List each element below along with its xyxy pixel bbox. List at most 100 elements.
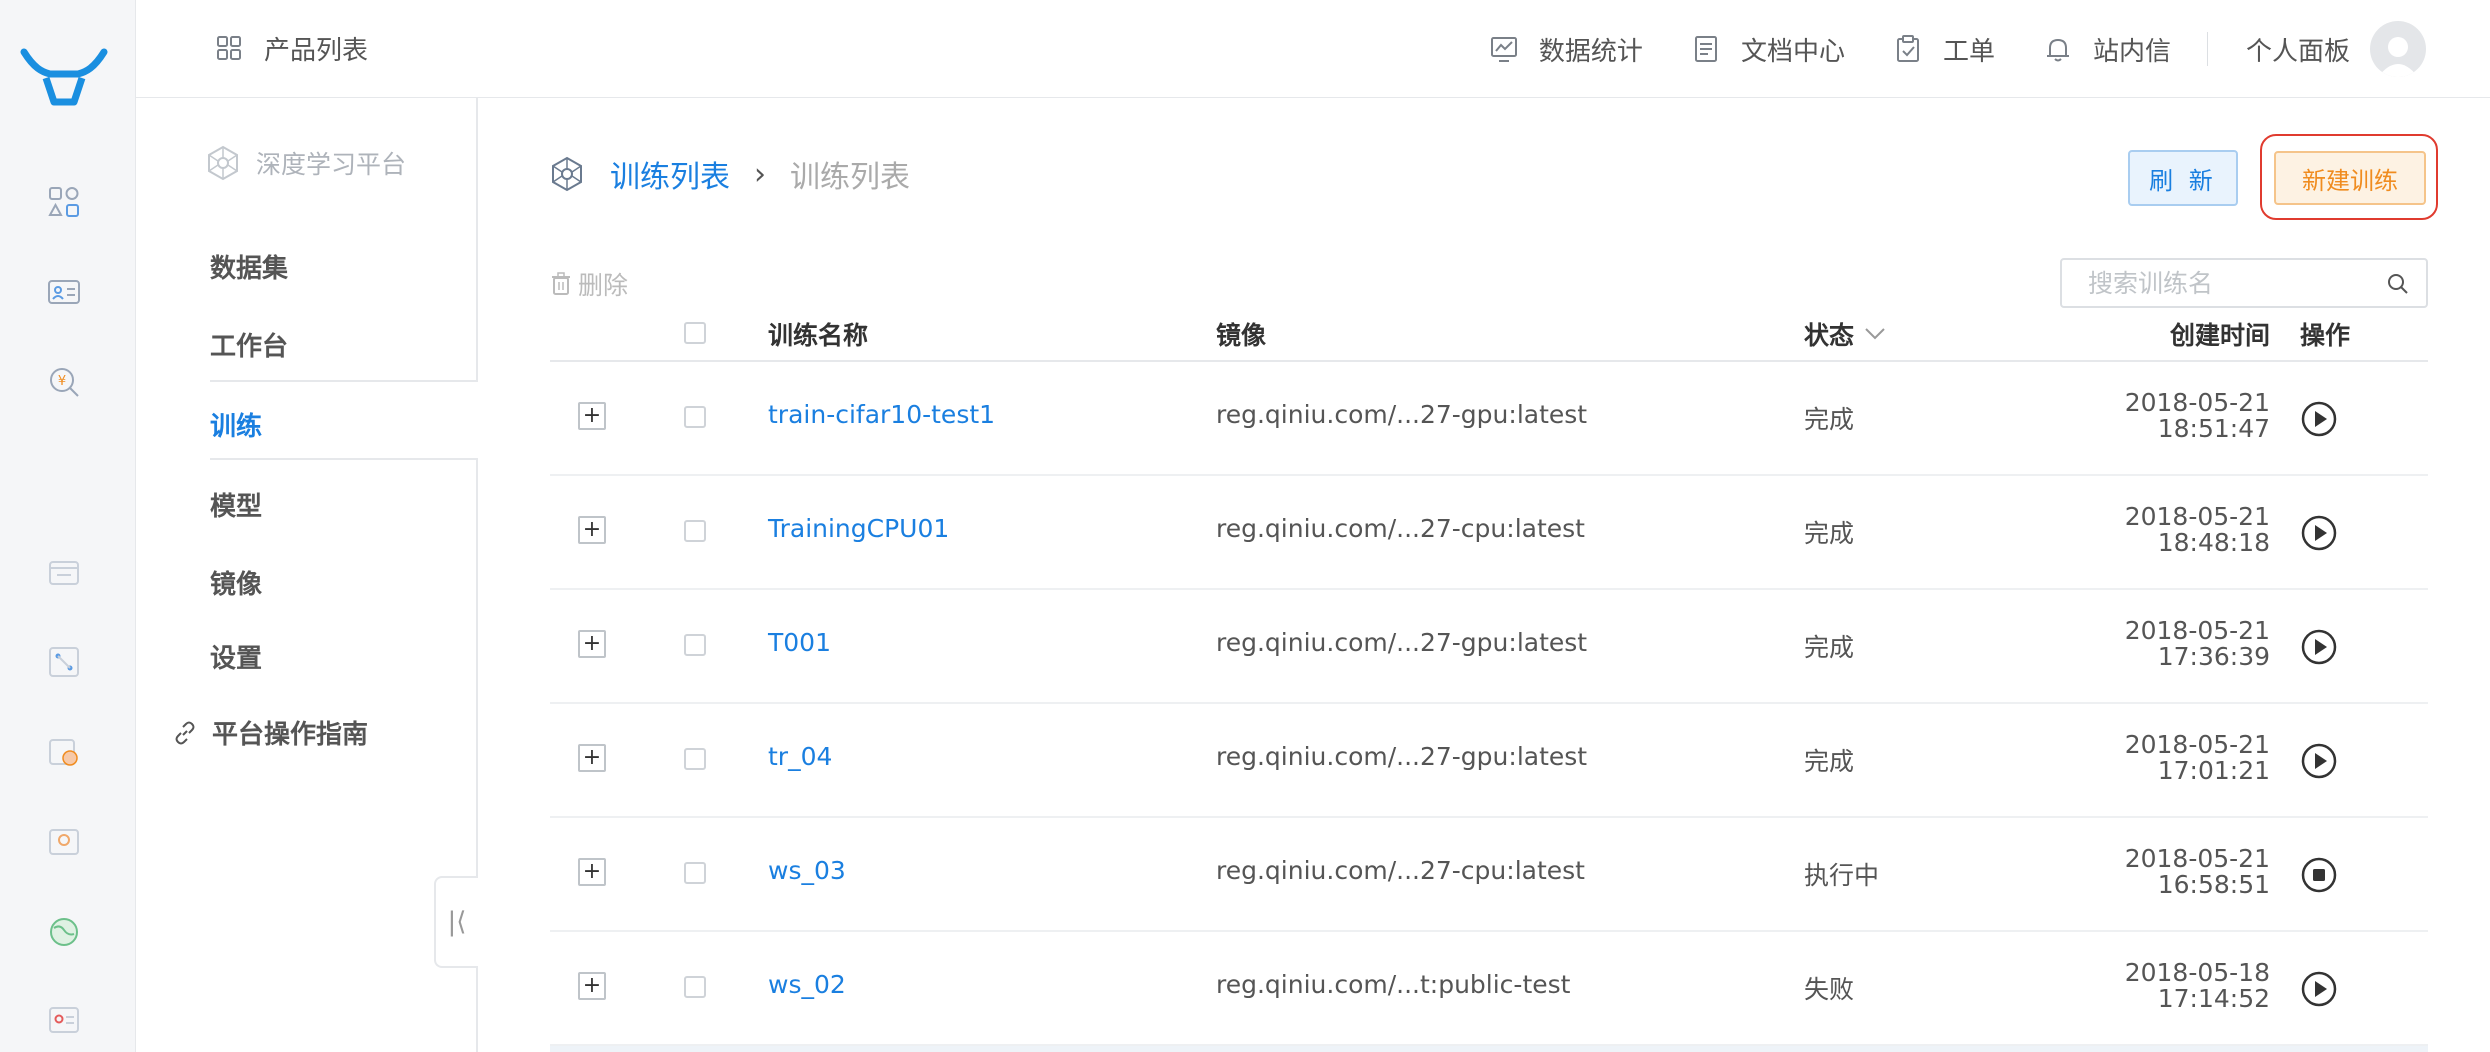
row-checkbox[interactable] (684, 862, 706, 884)
sidebar-item-guide[interactable]: 平台操作指南 (172, 714, 368, 751)
sidebar-item-training[interactable]: 训练 (210, 406, 262, 443)
image-cell: reg.qiniu.com/...27-cpu:latest (1216, 514, 1585, 543)
chevron-right-icon: › (754, 156, 766, 192)
created-date: 2018-05-21 (2124, 388, 2270, 417)
network-icon (552, 156, 582, 192)
breadcrumb-link[interactable]: 训练列表 (610, 152, 730, 196)
expand-row-button[interactable]: + (578, 402, 606, 430)
profile-label: 个人面板 (2245, 36, 2350, 67)
profile-menu[interactable]: 个人面板 (2246, 21, 2426, 77)
play-icon[interactable] (2300, 400, 2338, 438)
row-checkbox[interactable] (684, 634, 706, 656)
row-checkbox[interactable] (684, 748, 706, 770)
nav-messages[interactable]: 站内信 (2043, 31, 2171, 68)
training-name-link[interactable]: T001 (768, 628, 831, 657)
top-bar: 产品列表 数据统计 文档中心 工单 站内信 个人面板 (136, 0, 2490, 98)
play-icon[interactable] (2300, 742, 2338, 780)
sidebar-item-images[interactable]: 镜像 (210, 564, 262, 601)
workflow-icon[interactable] (46, 644, 82, 680)
image-cell: reg.qiniu.com/...t:public-test (1216, 970, 1571, 999)
row-checkbox[interactable] (684, 976, 706, 998)
sidebar-item-datasets[interactable]: 数据集 (210, 248, 288, 285)
license-icon[interactable] (46, 1002, 82, 1038)
product-list-label: 产品列表 (264, 35, 369, 66)
platform-title: 深度学习平台 (204, 144, 406, 182)
expand-row-button[interactable]: + (578, 630, 606, 658)
nav-tickets[interactable]: 工单 (1893, 31, 1995, 68)
expand-row-button[interactable]: + (578, 516, 606, 544)
logo-icon[interactable] (20, 46, 108, 108)
created-time-cell: 2018-05-21 17:36:39 (2125, 618, 2270, 670)
new-training-highlight: 新建训练 (2260, 134, 2438, 220)
training-name-link[interactable]: ws_03 (768, 856, 846, 885)
clipboard-icon (1896, 35, 1919, 62)
training-name-link[interactable]: tr_04 (768, 742, 832, 771)
training-name-link[interactable]: ws_02 (768, 970, 846, 999)
document-icon (1694, 36, 1717, 62)
nav-statistics-label: 数据统计 (1538, 36, 1643, 67)
stop-icon[interactable] (2300, 856, 2338, 894)
table-row: + tr_04 reg.qiniu.com/...27-gpu:latest 完成 20… (550, 704, 2428, 818)
image-cell: reg.qiniu.com/...27-gpu:latest (1216, 742, 1588, 771)
delete-label: 删除 (578, 271, 629, 300)
apps-icon[interactable] (46, 184, 82, 220)
search-box (2060, 258, 2428, 308)
row-checkbox[interactable] (684, 520, 706, 542)
column-header-status[interactable]: 状态 (1804, 316, 1886, 352)
expand-row-button[interactable]: + (578, 744, 606, 772)
top-nav: 数据统计 文档中心 工单 站内信 个人面板 (1489, 0, 2490, 98)
created-clock: 17:36:39 (2157, 642, 2270, 671)
guide-label: 平台操作指南 (212, 720, 369, 750)
new-training-button[interactable]: 新建训练 (2274, 151, 2426, 205)
breadcrumb-current: 训练列表 (790, 160, 910, 195)
image-cell: reg.qiniu.com/...27-gpu:latest (1216, 628, 1588, 657)
column-header-image: 镜像 (1216, 321, 1267, 350)
table-body: + train-cifar10-test1 reg.qiniu.com/...27-… (550, 362, 2428, 1046)
play-icon[interactable] (2300, 514, 2338, 552)
nav-statistics[interactable]: 数据统计 (1489, 31, 1643, 68)
table-footer (550, 1046, 2428, 1052)
search-icon[interactable] (2386, 272, 2410, 296)
sidebar-item-settings[interactable]: 设置 (210, 638, 262, 675)
training-name-link[interactable]: train-cifar10-test1 (768, 400, 995, 429)
product-list-menu[interactable]: 产品列表 (216, 30, 368, 66)
avatar[interactable] (2370, 21, 2426, 77)
grid-icon (217, 36, 241, 60)
bell-icon (2046, 38, 2069, 62)
certificate-icon[interactable] (46, 824, 82, 860)
billing-icon[interactable]: ¥ (46, 364, 82, 400)
select-all-checkbox[interactable] (684, 322, 706, 344)
refresh-button[interactable]: 刷 新 (2128, 150, 2238, 206)
storage-icon[interactable] (46, 554, 82, 590)
svg-text:¥: ¥ (58, 374, 66, 389)
column-header-created: 创建时间 (2169, 321, 2270, 350)
search-input[interactable] (2088, 268, 2368, 298)
nav-docs[interactable]: 文档中心 (1691, 31, 1845, 68)
collapse-sidebar-button[interactable]: |⟨ (434, 876, 478, 968)
status-cell: 完成 (1804, 633, 1855, 662)
id-card-icon[interactable] (46, 274, 82, 310)
delete-button[interactable]: 删除 (550, 266, 628, 302)
table-row: + ws_02 reg.qiniu.com/...t:public-test 失败 20… (550, 932, 2428, 1046)
created-date: 2018-05-18 (2124, 958, 2270, 987)
sidebar-item-models[interactable]: 模型 (210, 486, 262, 523)
sidebar-item-workbench[interactable]: 工作台 (210, 326, 288, 363)
created-date: 2018-05-21 (2124, 730, 2270, 759)
play-icon[interactable] (2300, 628, 2338, 666)
play-icon[interactable] (2300, 970, 2338, 1008)
created-clock: 17:01:21 (2157, 756, 2270, 785)
created-clock: 18:48:18 (2157, 528, 2270, 557)
table-row: + T001 reg.qiniu.com/...27-gpu:latest 完成 201… (550, 590, 2428, 704)
column-header-name: 训练名称 (768, 321, 869, 350)
status-cell: 完成 (1804, 519, 1855, 548)
expand-row-button[interactable]: + (578, 858, 606, 886)
status-cell: 完成 (1804, 405, 1855, 434)
expand-row-button[interactable]: + (578, 972, 606, 1000)
collapse-icon: |⟨ (447, 907, 467, 937)
link-icon (175, 721, 195, 744)
training-name-link[interactable]: TrainingCPU01 (768, 514, 949, 543)
report-icon[interactable] (46, 734, 82, 770)
globe-icon[interactable] (46, 914, 82, 950)
row-checkbox[interactable] (684, 406, 706, 428)
created-date: 2018-05-21 (2124, 844, 2270, 873)
